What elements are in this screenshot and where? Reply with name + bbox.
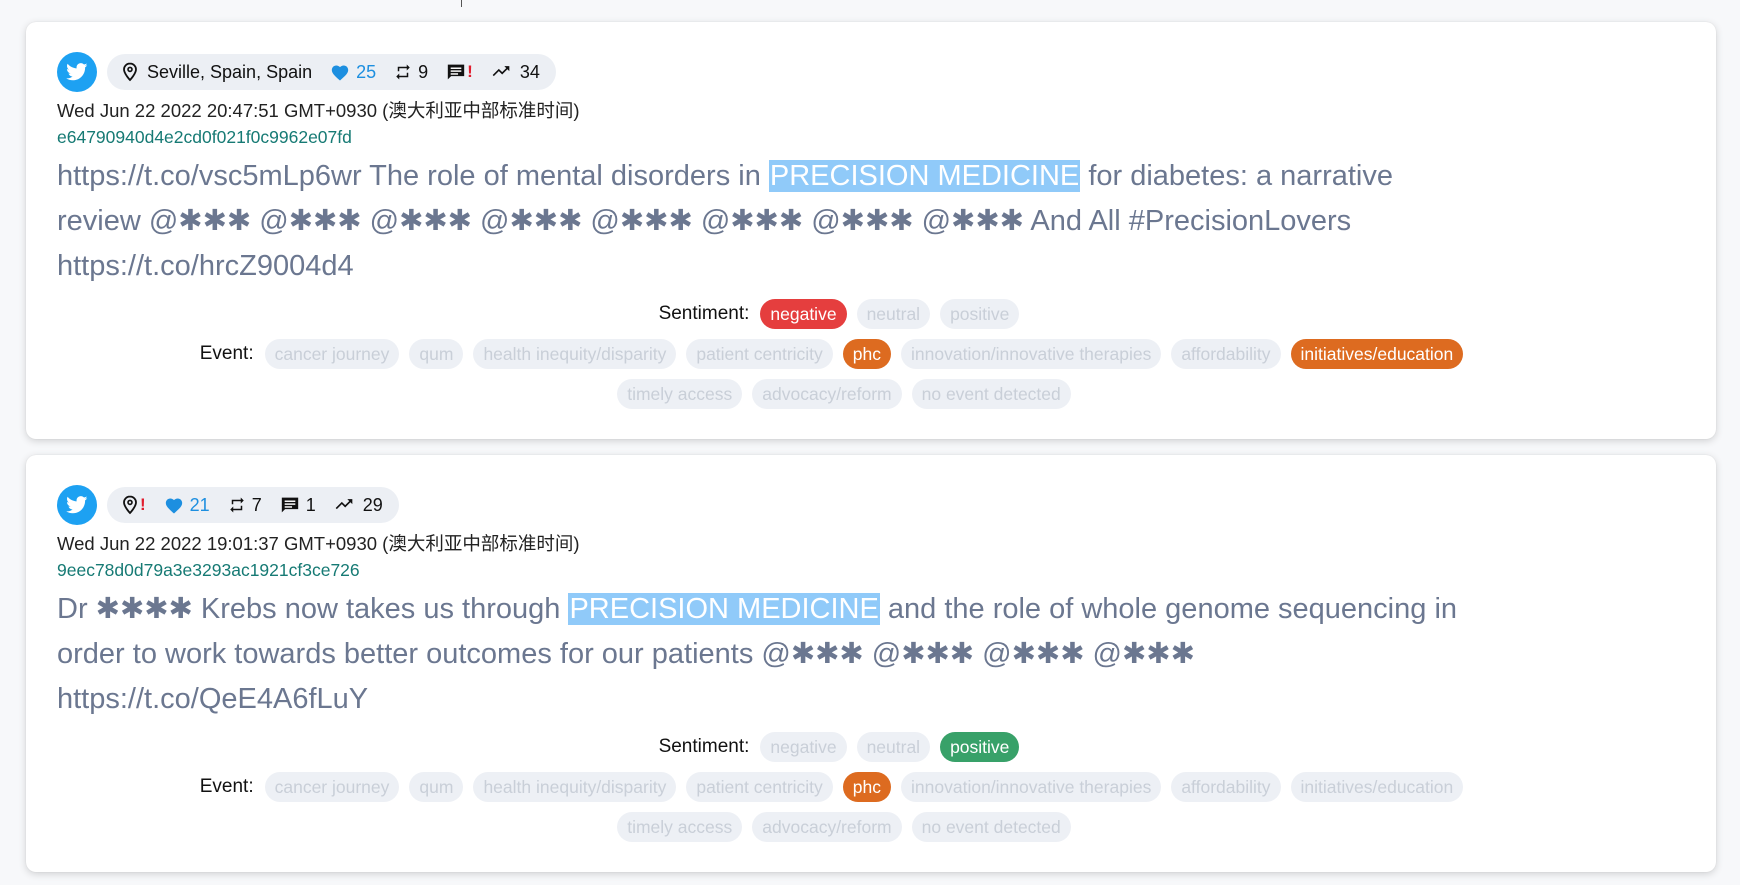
stats-pill: ! 21 7 1 29 [107, 487, 399, 523]
tweet-card: Seville, Spain, Spain 25 9 ! 34 Wed Jun … [26, 22, 1716, 439]
event-tag-affordability[interactable]: affordability [1171, 339, 1281, 369]
keyword-highlight: PRECISION MEDICINE [768, 160, 1081, 192]
event-tag-advocacy-reform[interactable]: advocacy/reform [752, 812, 902, 842]
engagement-stat: 29 [334, 495, 383, 516]
sentiment-row: Sentiment: negative neutral positive [57, 297, 1686, 331]
heart-icon [331, 65, 349, 81]
retweet-icon [396, 64, 410, 80]
event-tag-no-event[interactable]: no event detected [911, 812, 1071, 842]
tweet-card: ! 21 7 1 29 Wed Jun 22 2022 19:01:37 GMT… [26, 455, 1716, 872]
event-tag-timely-access[interactable]: timely access [617, 379, 743, 409]
tweet-id: 9eec78d0d79a3e3293ac1921cf3ce726 [57, 560, 360, 580]
tweet-timestamp: Wed Jun 22 2022 20:47:51 GMT+0930 (澳大利亚中… [57, 100, 580, 121]
event-tag-timely-access[interactable]: timely access [617, 812, 743, 842]
sentiment-tag-neutral[interactable]: neutral [856, 299, 931, 329]
comment-icon [281, 497, 298, 513]
trending-up-icon [492, 66, 510, 77]
trending-up-icon [335, 499, 353, 510]
event-row: Event: cancer journey qum health inequit… [57, 770, 1686, 804]
event-tag-initiatives-education[interactable]: initiatives/education [1290, 339, 1464, 369]
stats-pill: Seville, Spain, Spain 25 9 ! 34 [107, 54, 556, 90]
sentiment-label: Sentiment: [658, 303, 750, 324]
engagement-stat: 34 [491, 62, 540, 83]
replies-stat: 1 [280, 495, 316, 516]
retweet-icon [229, 497, 244, 513]
location-stat: ! [121, 495, 146, 515]
sentiment-label: Sentiment: [658, 736, 750, 757]
retweets-count: 7 [251, 494, 262, 515]
retweets-count: 9 [418, 61, 429, 82]
tweet-text-before: Dr ✱✱✱✱ Krebs now takes us through [57, 593, 569, 625]
event-tag-qum[interactable]: qum [409, 772, 464, 802]
twitter-icon[interactable] [57, 52, 97, 92]
tweet-id: e64790940d4e2cd0f021f0c9962e07fd [57, 127, 352, 147]
location-pin-icon [123, 62, 137, 82]
sentiment-tag-positive[interactable]: positive [940, 299, 1020, 329]
retweets-stat: 7 [228, 495, 262, 516]
location-missing-flag: ! [140, 495, 146, 514]
event-tag-patient-centricity[interactable]: patient centricity [686, 339, 833, 369]
replies-stat: ! [446, 62, 473, 82]
location-text: Seville, Spain, Spain [147, 61, 313, 82]
replies-count: 1 [305, 494, 316, 515]
event-tag-cancer-journey[interactable]: cancer journey [264, 772, 400, 802]
event-tag-health-inequity[interactable]: health inequity/disparity [473, 772, 677, 802]
event-tag-innovation[interactable]: innovation/innovative therapies [901, 339, 1162, 369]
engagement-count: 34 [519, 61, 540, 82]
event-label: Event: [199, 776, 254, 797]
event-tag-cancer-journey[interactable]: cancer journey [264, 339, 400, 369]
event-tag-health-inequity[interactable]: health inequity/disparity [473, 339, 677, 369]
sentiment-row: Sentiment: negative neutral positive [57, 730, 1686, 764]
sentiment-tag-negative[interactable]: negative [760, 299, 847, 329]
twitter-icon[interactable] [57, 485, 97, 525]
likes-stat: 21 [164, 495, 210, 516]
likes-count: 25 [356, 61, 377, 82]
retweets-stat: 9 [394, 62, 428, 83]
event-row-2: timely access advocacy/reform no event d… [57, 810, 1686, 844]
heart-icon [165, 498, 182, 514]
tweet-timestamp: Wed Jun 22 2022 19:01:37 GMT+0930 (澳大利亚中… [57, 533, 580, 554]
sentiment-tag-neutral[interactable]: neutral [856, 732, 931, 762]
keyword-highlight: PRECISION MEDICINE [568, 593, 880, 625]
engagement-count: 29 [362, 494, 383, 515]
event-row: Event: cancer journey qum health inequit… [57, 337, 1686, 371]
event-tag-qum[interactable]: qum [409, 339, 464, 369]
event-tag-no-event[interactable]: no event detected [911, 379, 1071, 409]
tweet-header: Seville, Spain, Spain 25 9 ! 34 [57, 52, 1686, 92]
tweet-text: Dr ✱✱✱✱ Krebs now takes us through PRECI… [57, 587, 1477, 722]
sentiment-tag-negative[interactable]: negative [760, 732, 847, 762]
event-row-2: timely access advocacy/reform no event d… [57, 377, 1686, 411]
event-tag-initiatives-education[interactable]: initiatives/education [1290, 772, 1464, 802]
tweet-text: https://t.co/vsc5mLp6wr The role of ment… [57, 154, 1477, 289]
sentiment-tag-positive[interactable]: positive [940, 732, 1020, 762]
likes-stat: 25 [330, 62, 376, 83]
event-tag-innovation[interactable]: innovation/innovative therapies [901, 772, 1162, 802]
tweet-text-before: https://t.co/vsc5mLp6wr The role of ment… [57, 160, 769, 192]
event-tag-phc[interactable]: phc [842, 772, 892, 802]
comment-icon [447, 64, 465, 80]
likes-count: 21 [189, 494, 210, 515]
event-tag-patient-centricity[interactable]: patient centricity [686, 772, 833, 802]
replies-missing-flag: ! [467, 62, 473, 81]
event-tag-affordability[interactable]: affordability [1171, 772, 1281, 802]
event-label: Event: [199, 343, 254, 364]
event-tag-advocacy-reform[interactable]: advocacy/reform [752, 379, 902, 409]
scroll-tick [461, 0, 462, 7]
location-stat: Seville, Spain, Spain [121, 62, 312, 83]
tweet-header: ! 21 7 1 29 [57, 485, 1686, 525]
location-pin-icon [123, 495, 137, 515]
event-tag-phc[interactable]: phc [842, 339, 892, 369]
